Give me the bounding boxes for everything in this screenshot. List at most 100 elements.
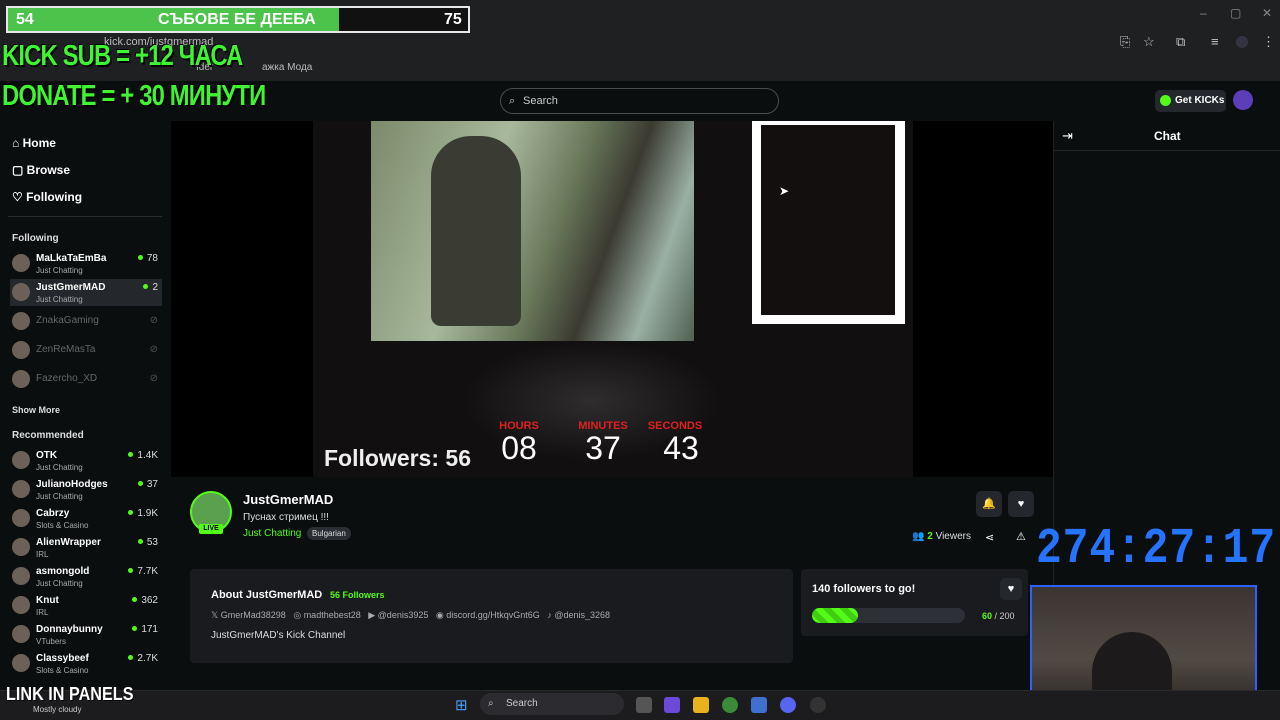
minimize-icon[interactable]: – — [1200, 6, 1207, 20]
share-icon[interactable]: ⋖ — [985, 531, 994, 544]
viewer-count: 1.9K — [128, 508, 158, 519]
maximize-icon[interactable]: ▢ — [1230, 6, 1241, 20]
close-icon[interactable]: ✕ — [1262, 6, 1272, 20]
channel-name: JustGmerMAD — [36, 282, 106, 293]
sidebar-channel-asmongold[interactable]: asmongold Just Chatting 7.7K — [10, 563, 162, 590]
translate-icon[interactable]: ⎘ — [1120, 34, 1130, 50]
social-link-tiktok[interactable]: @denis_3268 — [554, 610, 610, 620]
social-link-x[interactable]: GmerMad38298 — [221, 610, 286, 620]
copilot-icon[interactable] — [664, 697, 680, 713]
donate-overlay: DONATE = + 30 МИНУТИ — [2, 80, 266, 112]
channel-avatar-icon — [12, 654, 30, 672]
offline-icon: ⊘ — [149, 373, 158, 384]
bookmark-star-icon[interactable]: ☆ — [1143, 34, 1155, 50]
channel-name: Classybeef — [36, 653, 89, 664]
profile-icon[interactable] — [1236, 36, 1248, 48]
sidebar-channel-fazercho_xd[interactable]: Fazercho_XD ⊘ — [10, 366, 162, 393]
sidebar-item-browse[interactable]: ▢ Browse — [12, 163, 70, 177]
follow-heart-button[interactable]: ♥ — [1008, 491, 1034, 517]
channel-name[interactable]: JustGmerMAD — [243, 492, 333, 507]
channel-avatar-icon — [12, 451, 30, 469]
social-link-discord[interactable]: discord.gg/HtkqvGnt6G — [446, 610, 540, 620]
channel-name: ZenReMasTa — [36, 344, 96, 355]
sidebar-channel-malkataemba[interactable]: MaLkaTaEmBa Just Chatting 78 — [10, 250, 162, 277]
channel-category: IRL — [36, 608, 49, 617]
extensions-icon[interactable]: ⧉ — [1176, 34, 1185, 50]
chat-title: Chat — [1154, 129, 1181, 143]
nav-label: Browse — [26, 163, 71, 177]
x-icon: 𝕏 — [211, 610, 221, 620]
goal-count: 60 / 200 — [982, 611, 1015, 621]
social-links: 𝕏 GmerMad38298 ◎ madthebest28 ▶ @denis39… — [211, 610, 610, 621]
channel-name: asmongold — [36, 566, 90, 577]
home-icon: ⌂ — [12, 136, 23, 150]
address-bar[interactable]: kick.com/justgmermad — [96, 32, 1116, 52]
collapse-chat-icon[interactable]: ⇥ — [1062, 128, 1073, 144]
viewer-count: 37 — [138, 479, 158, 490]
viewer-count: 2 — [143, 282, 158, 293]
sidebar-channel-alienwrapper[interactable]: AlienWrapper IRL 53 — [10, 534, 162, 561]
social-link-youtube[interactable]: @denis3925 — [378, 610, 429, 620]
goal-current: 60 — [982, 611, 993, 621]
sidebar-channel-cabrzy[interactable]: Cabrzy Slots & Casino 1.9K — [10, 505, 162, 532]
report-icon[interactable]: ⚠ — [1016, 530, 1026, 543]
taskbar-search[interactable]: ⌕ Search — [480, 693, 624, 715]
sidebar-channel-justgmermad[interactable]: JustGmerMAD Just Chatting 2 — [10, 279, 162, 306]
goal-heart-button[interactable]: ♥ — [1000, 578, 1022, 600]
sidebar-channel-classybeef[interactable]: Classybeef Slots & Casino 2.7K — [10, 650, 162, 677]
sidebar-channel-donnaybunny[interactable]: Donnaybunny VTubers 171 — [10, 621, 162, 648]
sidebar-channel-julianohodges[interactable]: JulianoHodges Just Chatting 37 — [10, 476, 162, 503]
task-view-icon[interactable] — [636, 697, 652, 713]
store-icon[interactable] — [751, 697, 767, 713]
sidebar-channel-knut[interactable]: Knut IRL 362 — [10, 592, 162, 619]
sidebar-channel-zenremasta[interactable]: ZenReMasTa ⊘ — [10, 337, 162, 364]
menu-icon[interactable]: ⋮ — [1262, 34, 1275, 50]
user-avatar[interactable] — [1233, 90, 1253, 110]
follower-goal-card: 140 followers to go! ♥ 60 / 200 — [801, 569, 1028, 636]
channel-avatar-icon — [12, 312, 30, 330]
subathon-countdown: 274:27:17 — [1036, 521, 1276, 578]
obs-icon[interactable] — [810, 697, 826, 713]
chrome-icon[interactable] — [722, 697, 738, 713]
channel-avatar-icon — [12, 341, 30, 359]
sidebar-item-home[interactable]: ⌂ Home — [12, 136, 56, 150]
viewer-count: 78 — [138, 253, 158, 264]
overlay-frame — [752, 121, 905, 324]
search-input[interactable]: ⌕ Search — [500, 88, 779, 114]
viewer-count: 53 — [138, 537, 158, 548]
weather-text: Mostly cloudy — [33, 705, 82, 714]
windows-start-icon[interactable]: ⊞ — [455, 696, 468, 714]
channel-name: Knut — [36, 595, 59, 606]
language-tag[interactable]: Bulgarian — [307, 527, 351, 540]
media-icon[interactable]: ≡ — [1211, 34, 1219, 49]
channel-category: Slots & Casino — [36, 666, 89, 675]
channel-category: Just Chatting — [36, 579, 83, 588]
get-kicks-button[interactable]: Get KICKs — [1155, 90, 1226, 112]
file-explorer-icon[interactable] — [693, 697, 709, 713]
sidebar-item-following[interactable]: ♡ Following — [12, 190, 82, 204]
stream-title: Пуснах стримец !!! — [243, 512, 329, 523]
heart-icon: ♡ — [12, 190, 27, 204]
seconds-value: 43 — [663, 430, 699, 466]
category-link[interactable]: Just Chatting — [243, 528, 301, 539]
show-more-button[interactable]: Show More — [12, 405, 60, 415]
sub-goal-bar: 54 СЪБОВЕ БЕ ДЕЕБА 75 — [6, 6, 470, 33]
about-title: About JustGmerMAD — [211, 589, 323, 601]
channel-avatar-icon — [12, 480, 30, 498]
video-player[interactable]: Followers: 56 HOURS MINUTES SECONDS 08 3… — [171, 121, 1053, 477]
viewer-count: 171 — [132, 624, 158, 635]
social-link-instagram[interactable]: madthebest28 — [304, 610, 361, 620]
discord-icon: ◉ — [435, 610, 447, 620]
taskbar-search-label: Search — [506, 698, 538, 709]
sidebar-channel-znakagaming[interactable]: ZnakaGaming ⊘ — [10, 308, 162, 335]
followers-overlay: Followers: 56 — [324, 445, 471, 471]
sidebar-channel-otk[interactable]: OTK Just Chatting 1.4K — [10, 447, 162, 474]
channel-avatar-icon — [12, 538, 30, 556]
bookmark-item[interactable]: ажка Мода — [262, 62, 312, 73]
channel-name: Fazercho_XD — [36, 373, 98, 384]
notification-bell-button[interactable]: 🔔 — [976, 491, 1002, 517]
browse-icon: ▢ — [12, 163, 27, 177]
discord-icon[interactable] — [780, 697, 796, 713]
link-in-panels-overlay: LINK IN PANELS — [6, 684, 134, 704]
channel-category: IRL — [36, 550, 49, 559]
